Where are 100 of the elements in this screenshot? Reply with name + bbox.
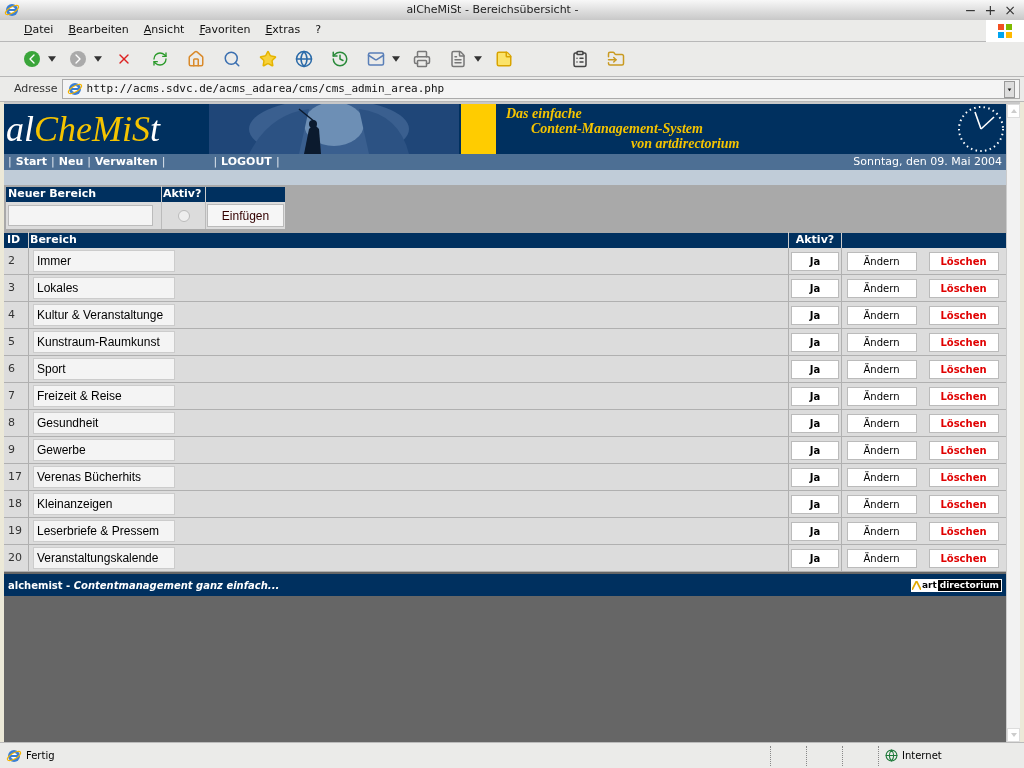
nav-link[interactable]: Start — [11, 153, 51, 171]
history-icon — [331, 50, 349, 68]
globe-icon — [295, 50, 313, 68]
caret-icon[interactable] — [94, 56, 102, 62]
edit-button[interactable]: Ändern — [846, 548, 917, 568]
delete-button[interactable]: Löschen — [928, 494, 999, 514]
delete-button[interactable]: Löschen — [928, 386, 999, 406]
delete-button[interactable]: Löschen — [928, 521, 999, 541]
delete-button[interactable]: Löschen — [928, 440, 999, 460]
area-name-field[interactable]: Leserbriefe & Pressem — [33, 520, 175, 542]
area-name-field[interactable]: Kunstraum-Raumkunst — [33, 331, 175, 353]
edit-button[interactable]: Ändern — [846, 440, 917, 460]
nav-link[interactable]: LOGOUT — [217, 153, 276, 171]
menu-item[interactable]: Ansicht — [143, 22, 185, 39]
menu-item[interactable]: Bearbeiten — [68, 22, 129, 39]
area-name-field[interactable]: Immer — [33, 250, 175, 272]
site-logo: alCheMiSt — [5, 108, 162, 151]
caret-icon[interactable] — [48, 56, 56, 62]
caret-icon[interactable] — [392, 56, 400, 62]
nav-separator: | — [161, 153, 166, 170]
id-cell-text: 7 — [7, 387, 16, 404]
active-toggle-button[interactable]: Ja — [791, 440, 839, 460]
id-cell-text: 18 — [7, 495, 23, 512]
insert-button[interactable]: Einfügen — [207, 204, 284, 227]
edit-button[interactable]: Ändern — [846, 386, 917, 406]
active-toggle-button[interactable]: Ja — [791, 548, 839, 568]
active-toggle-button[interactable]: Ja — [791, 332, 839, 352]
window-title: alCheMiSt - Bereichsübersicht - — [405, 1, 580, 18]
edit-button[interactable]: Ändern — [846, 494, 917, 514]
active-toggle-button[interactable]: Ja — [791, 359, 839, 379]
active-toggle-button[interactable]: Ja — [791, 413, 839, 433]
area-name-field[interactable]: Veranstaltungskalende — [33, 547, 175, 569]
search-icon — [223, 50, 241, 68]
delete-button[interactable]: Löschen — [928, 251, 999, 271]
nav-link[interactable]: Neu — [54, 153, 88, 171]
edit-button[interactable]: Ändern — [846, 332, 917, 352]
delete-button[interactable]: Löschen — [928, 332, 999, 352]
scroll-down-icon[interactable] — [1010, 733, 1017, 737]
id-cell-text: 6 — [7, 360, 16, 377]
date-text: Sonntag, den 09. Mai 2004 — [853, 153, 1002, 170]
window-control[interactable]: + — [984, 3, 997, 17]
delete-button[interactable]: Löschen — [928, 413, 999, 433]
area-name-field[interactable]: Sport — [33, 358, 175, 380]
delete-button[interactable]: Löschen — [928, 467, 999, 487]
area-name-field[interactable]: Freizeit & Reise — [33, 385, 175, 407]
page-icon — [6, 747, 22, 764]
edit-button[interactable]: Ändern — [846, 413, 917, 433]
id-cell-text: 20 — [7, 549, 23, 566]
edit-button[interactable]: Ändern — [846, 467, 917, 487]
id-cell-text: 5 — [7, 333, 16, 350]
active-toggle-button[interactable]: Ja — [791, 305, 839, 325]
nav-link[interactable]: Verwalten — [90, 153, 162, 171]
scroll-up-icon[interactable] — [1010, 109, 1017, 113]
window-control[interactable]: − — [964, 3, 977, 17]
active-radio[interactable] — [177, 209, 190, 222]
edit-button[interactable]: Ändern — [846, 251, 917, 271]
accent-block — [461, 104, 496, 154]
active-toggle-button[interactable]: Ja — [791, 386, 839, 406]
edit-button[interactable]: Ändern — [846, 521, 917, 541]
edit-button[interactable]: Ändern — [846, 305, 917, 325]
active-toggle-button[interactable]: Ja — [791, 251, 839, 271]
id-cell-text: 3 — [7, 279, 16, 296]
active-toggle-button[interactable]: Ja — [791, 494, 839, 514]
id-cell-text: 4 — [7, 306, 16, 323]
house-icon — [187, 50, 205, 68]
area-name-field[interactable]: Lokales — [33, 277, 175, 299]
active-toggle-button[interactable]: Ja — [791, 467, 839, 487]
delete-button[interactable]: Löschen — [928, 359, 999, 379]
area-name-field[interactable]: Verenas Bücherhits — [33, 466, 175, 488]
refresh-icon — [152, 51, 168, 67]
area-name-field[interactable]: Gesundheit — [33, 412, 175, 434]
browser-icon — [4, 2, 20, 18]
scrollbar[interactable] — [1006, 104, 1020, 742]
active-toggle-button[interactable]: Ja — [791, 521, 839, 541]
dropdown-icon[interactable] — [1004, 80, 1015, 98]
menu-item[interactable]: ? — [315, 22, 321, 39]
id-cell-text: 17 — [7, 468, 23, 485]
folder-icon — [607, 50, 625, 68]
artdirectorium-badge: art directorium — [910, 578, 1002, 592]
delete-button[interactable]: Löschen — [928, 305, 999, 325]
delete-button[interactable]: Löschen — [928, 278, 999, 298]
window-control[interactable]: × — [1004, 3, 1016, 17]
menu-item[interactable]: Datei — [24, 22, 54, 39]
address-field[interactable]: http://acms.sdvc.de/acms_adarea/cms/cms_admin_area.php — [61, 79, 1020, 99]
area-name-field[interactable]: Kleinanzeigen — [33, 493, 175, 515]
menu-item[interactable]: Extras — [265, 22, 301, 39]
id-cell-text: 19 — [7, 522, 23, 539]
active-toggle-button[interactable]: Ja — [791, 278, 839, 298]
page-icon — [66, 81, 83, 97]
area-name-input[interactable] — [8, 205, 153, 226]
edit-button[interactable]: Ändern — [846, 278, 917, 298]
menu-item[interactable]: Favoriten — [199, 22, 251, 39]
caret-icon[interactable] — [474, 56, 482, 62]
id-cell-text: 9 — [7, 441, 16, 458]
area-name-field[interactable]: Kultur & Veranstaltunge — [33, 304, 175, 326]
area-name-field[interactable]: Gewerbe — [33, 439, 175, 461]
edit-button[interactable]: Ändern — [846, 359, 917, 379]
sticky-note-icon — [495, 50, 513, 68]
delete-button[interactable]: Löschen — [928, 548, 999, 568]
windows-logo-icon — [986, 19, 1024, 42]
